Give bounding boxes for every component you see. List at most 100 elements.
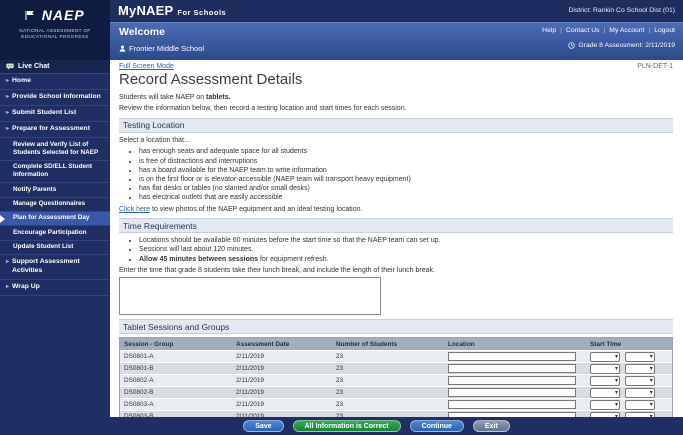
sidebar-subitem-review-and-verify-list[interactable]: Review and Verify List of Students Selec… — [0, 138, 110, 161]
bullet-item: Locations should be available 60 minutes… — [139, 236, 673, 245]
bullet-item: is on the first floor or is elevator-acc… — [139, 175, 673, 184]
sidebar-subitem-complete-sd-ell[interactable]: Complete SD/ELL Student Information — [0, 161, 110, 184]
my-account-link[interactable]: My Account — [609, 27, 644, 34]
column-header-session-group: Session - Group — [120, 341, 232, 348]
all-information-is-correct-button[interactable]: All Information is Correct — [293, 420, 401, 432]
column-header-assessment-date: Assessment Date — [232, 341, 332, 348]
sidebar-item-label: Home — [12, 77, 31, 86]
location-prompt: Select a location that... — [119, 136, 673, 145]
number-of-students-cell: 23 — [332, 365, 444, 372]
sidebar-item-label: Wrap Up — [12, 283, 40, 292]
arrow-icon: ▸ — [6, 258, 9, 267]
table-row: DS0802-B 2/11/2019 23 ▾ ▾ — [120, 387, 672, 399]
exit-button[interactable]: Exit — [473, 420, 510, 432]
live-chat-label: Live Chat — [18, 63, 50, 70]
number-of-students-cell: 23 — [332, 377, 444, 384]
start-hour-select[interactable] — [590, 388, 620, 398]
assessment-date-cell: 2/11/2019 — [232, 389, 332, 396]
location-input[interactable] — [448, 352, 576, 361]
sidebar-item-label: Prepare for Assessment — [12, 125, 90, 134]
location-input[interactable] — [448, 400, 576, 409]
lunch-break-input[interactable] — [119, 277, 381, 315]
start-minute-select[interactable] — [625, 400, 655, 410]
sidebar-item-label: Support Assessment Activities — [12, 258, 106, 276]
assessment-date-cell: 2/11/2019 — [232, 365, 332, 372]
intro-bold-text: tablets. — [206, 94, 231, 101]
sidebar-item-label: Provide School Information — [12, 93, 101, 102]
lunch-prompt: Enter the time that grade 8 students tak… — [119, 266, 673, 275]
table-row: DS0802-A 2/11/2019 23 ▾ ▾ — [120, 375, 672, 387]
photos-line: Click here to view photos of the NAEP eq… — [119, 205, 673, 214]
sidebar-subitem-manage-questionnaires[interactable]: Manage Questionnaires — [0, 198, 110, 212]
table-row: DS0801-B 2/11/2019 23 ▾ ▾ — [120, 363, 672, 375]
contact-us-link[interactable]: Contact Us — [566, 27, 600, 34]
assessment-info-row: Grade 8 Assessment: 2/11/2019 — [568, 42, 675, 49]
start-hour-select[interactable] — [590, 352, 620, 362]
location-input[interactable] — [448, 364, 576, 373]
live-chat-button[interactable]: Live Chat — [0, 60, 110, 74]
intro-line-1: Students will take NAEP on tablets. — [119, 93, 673, 102]
start-minute-select[interactable] — [625, 388, 655, 398]
app-title-text: MyNAEP — [118, 3, 173, 18]
session-group-cell: DS0802-B — [120, 389, 232, 396]
naep-logo-text: NAEP — [42, 7, 85, 23]
session-group-cell: DS0802-A — [120, 377, 232, 384]
click-here-link[interactable]: Click here — [119, 206, 150, 213]
tablet-sessions-heading: Tablet Sessions and Groups — [119, 319, 673, 334]
district-label: District: Rankin Co School Dist (01) — [568, 7, 675, 14]
save-button[interactable]: Save — [243, 420, 283, 432]
start-minute-select[interactable] — [625, 376, 655, 386]
bullet-item: has a board available for the NAEP team … — [139, 166, 673, 175]
person-icon — [119, 45, 126, 52]
assessment-date-cell: 2/11/2019 — [232, 401, 332, 408]
start-minute-select[interactable] — [625, 352, 655, 362]
intro-text: Students will take NAEP on — [119, 94, 206, 101]
school-name: Frontier Middle School — [129, 44, 204, 53]
sidebar-subitem-encourage-participation[interactable]: Encourage Participation — [0, 226, 110, 240]
bullet-item: has enough seats and adequate space for … — [139, 147, 673, 156]
time-requirements-heading: Time Requirements — [119, 218, 673, 233]
column-header-location: Location — [444, 341, 586, 348]
location-input[interactable] — [448, 388, 576, 397]
divider: | — [560, 27, 562, 34]
school-name-row: Frontier Middle School — [119, 44, 204, 53]
start-hour-select[interactable] — [590, 376, 620, 386]
app-title: MyNAEP For Schools — [118, 3, 226, 18]
full-screen-mode-link[interactable]: Full Screen Mode — [119, 63, 174, 70]
sidebar-item-support-assessment-activities[interactable]: ▸ Support Assessment Activities — [0, 255, 110, 280]
start-hour-select[interactable] — [590, 364, 620, 374]
page-code: PLN-DET-1 — [637, 63, 673, 70]
sidebar-subitem-update-student-list[interactable]: Update Student List — [0, 241, 110, 255]
arrow-icon: ▸ — [6, 77, 9, 86]
divider: | — [648, 27, 650, 34]
location-input[interactable] — [448, 376, 576, 385]
table-row: DS0803-A 2/11/2019 23 ▾ ▾ — [120, 399, 672, 411]
main-content: Full Screen Mode PLN-DET-1 Record Assess… — [110, 60, 683, 417]
sidebar-item-prepare-for-assessment[interactable]: ▸ Prepare for Assessment — [0, 122, 110, 138]
sidebar-item-home[interactable]: ▸ Home — [0, 74, 110, 90]
sidebar-subitem-plan-for-assessment-day[interactable]: Plan for Assessment Day — [0, 212, 110, 226]
continue-button[interactable]: Continue — [410, 420, 464, 432]
app-subtitle: For Schools — [177, 8, 226, 17]
bullet-item: has flat desks or tables (no slanted and… — [139, 184, 673, 193]
sidebar-item-submit-student-list[interactable]: ▸ Submit Student List — [0, 106, 110, 122]
clock-icon — [568, 42, 575, 49]
bullet-item: Sessions will last about 120 minutes. — [139, 245, 673, 254]
help-link[interactable]: Help — [542, 27, 556, 34]
logout-link[interactable]: Logout — [654, 27, 675, 34]
number-of-students-cell: 23 — [332, 389, 444, 396]
start-minute-select[interactable] — [625, 364, 655, 374]
sessions-table: Session - Group Assessment Date Number o… — [119, 337, 673, 417]
sidebar-subitem-notify-parents[interactable]: Notify Parents — [0, 183, 110, 197]
table-header-row: Session - Group Assessment Date Number o… — [120, 338, 672, 351]
time-requirements-bullets: Locations should be available 60 minutes… — [139, 236, 673, 264]
sidebar-item-provide-school-information[interactable]: ▸ Provide School Information — [0, 90, 110, 106]
sidebar-item-wrap-up[interactable]: ▸ Wrap Up — [0, 280, 110, 296]
assessment-date-cell: 2/11/2019 — [232, 377, 332, 384]
naep-tagline: NATIONAL ASSESSMENT OF EDUCATIONAL PROGR… — [0, 28, 110, 41]
welcome-label: Welcome — [119, 26, 165, 38]
session-group-cell: DS0801-B — [120, 365, 232, 372]
testing-location-heading: Testing Location — [119, 118, 673, 133]
start-hour-select[interactable] — [590, 400, 620, 410]
column-header-start-time: Start Time — [586, 341, 674, 348]
